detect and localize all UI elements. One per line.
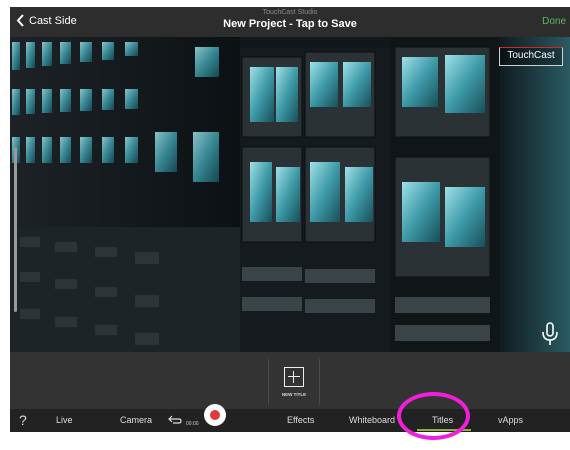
touchcast-watermark: TouchCast bbox=[499, 47, 563, 66]
tab-effects[interactable]: Effects bbox=[287, 415, 314, 425]
video-preview[interactable]: TouchCast bbox=[10, 37, 570, 352]
app-name: TouchCast Studio bbox=[262, 9, 318, 16]
titles-panel: NEW TITLE bbox=[10, 352, 570, 409]
vertical-scrub-bar[interactable] bbox=[14, 147, 17, 312]
plus-icon bbox=[284, 367, 304, 387]
annotation-highlight-circle bbox=[397, 392, 470, 440]
project-title[interactable]: New Project - Tap to Save bbox=[10, 18, 570, 30]
undo-icon[interactable] bbox=[168, 415, 182, 425]
tab-vapps[interactable]: vApps bbox=[498, 415, 523, 425]
bottom-toolbar: ? Live Camera 00:00 Effects Whiteboard T… bbox=[10, 404, 570, 432]
touchcast-app: Cast Side TouchCast Studio New Project -… bbox=[10, 7, 570, 432]
tab-whiteboard[interactable]: Whiteboard bbox=[349, 415, 395, 425]
top-bar: Cast Side TouchCast Studio New Project -… bbox=[10, 7, 570, 37]
microphone-icon[interactable] bbox=[540, 322, 560, 346]
server-room-video-frame bbox=[10, 37, 570, 352]
record-timer: 00:00 bbox=[186, 421, 199, 427]
new-title-button[interactable]: NEW TITLE bbox=[268, 359, 320, 405]
done-button[interactable]: Done bbox=[542, 16, 566, 27]
new-title-label: NEW TITLE bbox=[281, 392, 307, 397]
record-button[interactable] bbox=[204, 404, 226, 426]
tab-live[interactable]: Live bbox=[56, 415, 73, 425]
tab-camera[interactable]: Camera bbox=[120, 415, 152, 425]
help-button[interactable]: ? bbox=[19, 412, 27, 428]
